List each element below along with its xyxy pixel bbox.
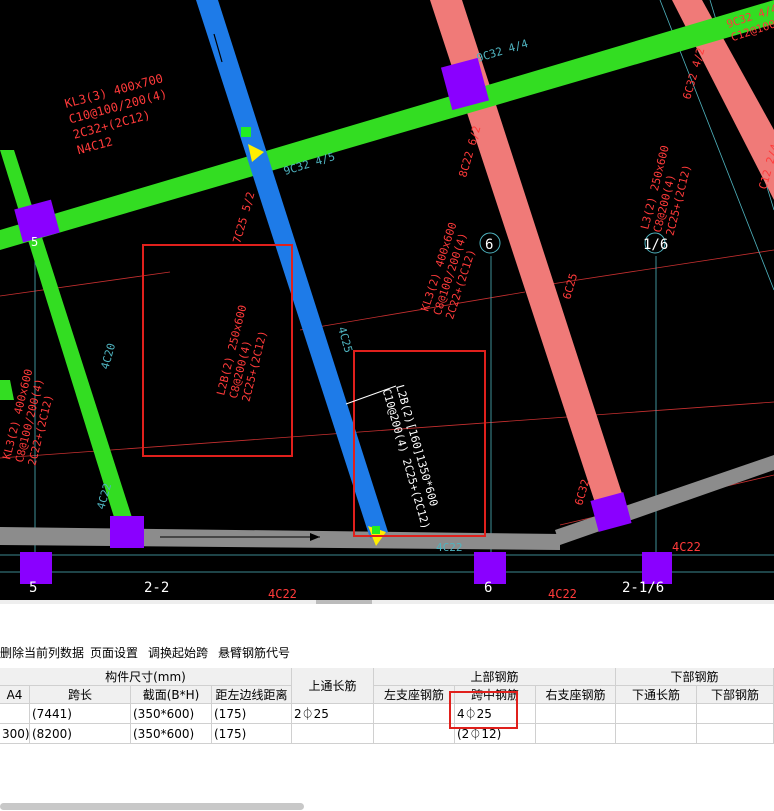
table-cell[interactable] bbox=[536, 704, 616, 724]
label-6c32-low: 6C32 bbox=[572, 478, 592, 507]
col-header-offset: 距左边线距离 bbox=[212, 686, 292, 704]
table-cell[interactable] bbox=[697, 724, 774, 744]
header-bottom-rebar: 下部钢筋 bbox=[616, 668, 774, 686]
table-cell[interactable]: (175) bbox=[212, 704, 292, 724]
col-header-left-support: 左支座钢筋 bbox=[374, 686, 455, 704]
table-toolbar: 删除当前列数据 页面设置 调换起始跨 悬臂钢筋代号 bbox=[0, 604, 774, 669]
table-cell[interactable]: (350*600) bbox=[131, 704, 212, 724]
label-4c22-bottom-a: 4C22 bbox=[268, 587, 297, 600]
table-cell[interactable] bbox=[697, 704, 774, 724]
label-box2: L2B(2)[160]1350*600 C10@200(4) 2C25+(2C1… bbox=[380, 383, 441, 531]
label-4c20: 4C20 bbox=[98, 342, 118, 371]
table-cell[interactable] bbox=[536, 724, 616, 744]
table-cell[interactable] bbox=[292, 724, 374, 744]
delete-column-data-button[interactable]: 删除当前列数据 bbox=[0, 644, 84, 661]
header-dimensions: 构件尺寸(mm) bbox=[0, 668, 292, 686]
col-header-a4: A4 bbox=[0, 686, 30, 704]
gray-beam-bottom[interactable] bbox=[0, 527, 560, 550]
label-top-right: 9C32 4/4 C12@100/20 bbox=[725, 2, 774, 44]
marker-green-square bbox=[241, 127, 251, 137]
rebar-table: 构件尺寸(mm) 上通长筋 上部钢筋 下部钢筋 A4 跨长 截面(B*H) 距左… bbox=[0, 668, 774, 803]
label-kl3-center: KL3(2) 400x600 C8@100/200(4) 2C22+(2C12) bbox=[418, 221, 478, 321]
col-header-section: 截面(B*H) bbox=[131, 686, 212, 704]
swap-start-span-button[interactable]: 调换起始跨 bbox=[148, 644, 208, 661]
header-top-through: 上通长筋 bbox=[292, 668, 374, 704]
table-cell[interactable]: 300) bbox=[0, 724, 30, 744]
axis-label-6: 6 bbox=[485, 237, 493, 253]
label-8c22: 8C22 6/2 bbox=[456, 124, 483, 179]
table-cell[interactable] bbox=[0, 704, 30, 724]
axis-label-5: 5 bbox=[31, 235, 38, 249]
label-kl3: KL3(3) 400x700 C10@100/200(4) 2C32+(2C12… bbox=[63, 71, 168, 157]
page-settings-button[interactable]: 页面设置 bbox=[90, 644, 138, 661]
highlight-box-3 bbox=[449, 691, 518, 729]
label-7c25: 7C25 5/2 bbox=[230, 190, 257, 245]
column-mid[interactable] bbox=[110, 516, 144, 548]
table-cell[interactable]: (7441) bbox=[30, 704, 131, 724]
cantilever-code-button[interactable]: 悬臂钢筋代号 bbox=[218, 644, 290, 661]
table-scrollbar-thumb[interactable] bbox=[0, 803, 304, 810]
axis-label-bottom-6: 6 bbox=[484, 580, 492, 596]
col-header-bottom-through: 下通长筋 bbox=[616, 686, 697, 704]
label-9c32-right: 9C32 4/4 bbox=[475, 37, 530, 65]
label-6c32: 6C32 4/2 bbox=[680, 46, 707, 101]
header-top-rebar: 上部钢筋 bbox=[374, 668, 616, 686]
green-beam-edge bbox=[0, 380, 14, 400]
table-cell[interactable] bbox=[374, 704, 455, 724]
cad-drawing-canvas[interactable]: 6 1/6 5 5 2-2 6 2-1/6 KL3(3) 400x700 C10… bbox=[0, 0, 774, 600]
highlight-box-1 bbox=[142, 244, 293, 457]
table-cell[interactable]: 2⏀25 bbox=[292, 704, 374, 724]
table-cell[interactable]: (8200) bbox=[30, 724, 131, 744]
label-4c22-bottom-c: 4C22 bbox=[672, 540, 701, 554]
label-6c25: 6C25 bbox=[560, 272, 580, 301]
label-box1: L2B(2) 250x600 C8@200(4) 2C25+(2C12) bbox=[214, 304, 269, 403]
axis-label-bottom-5: 5 bbox=[29, 580, 37, 596]
table-cell[interactable]: (175) bbox=[212, 724, 292, 744]
table-cell[interactable] bbox=[374, 724, 455, 744]
table-cell[interactable] bbox=[616, 704, 697, 724]
col-header-right-support: 右支座钢筋 bbox=[536, 686, 616, 704]
label-right-block: L3(2) 250x600 C8@200(4) 2C25+(2C12) bbox=[638, 144, 693, 237]
col-header-bottom: 下部钢筋 bbox=[697, 686, 774, 704]
table-cell[interactable] bbox=[616, 724, 697, 744]
axis-label-bottom-22: 2-2 bbox=[144, 580, 169, 596]
col-header-span: 跨长 bbox=[30, 686, 131, 704]
label-4c25: 4C25 bbox=[335, 325, 355, 354]
label-4c22-mid: 4C22 bbox=[436, 541, 463, 554]
marker-green-bottom bbox=[372, 526, 380, 534]
table-cell[interactable]: (350*600) bbox=[131, 724, 212, 744]
label-4c22-bottom-b: 4C22 bbox=[548, 587, 577, 600]
axis-label-bottom-216: 2-1/6 bbox=[622, 580, 664, 596]
table-scrollbar[interactable] bbox=[0, 802, 774, 811]
axis-label-16: 1/6 bbox=[643, 237, 668, 253]
